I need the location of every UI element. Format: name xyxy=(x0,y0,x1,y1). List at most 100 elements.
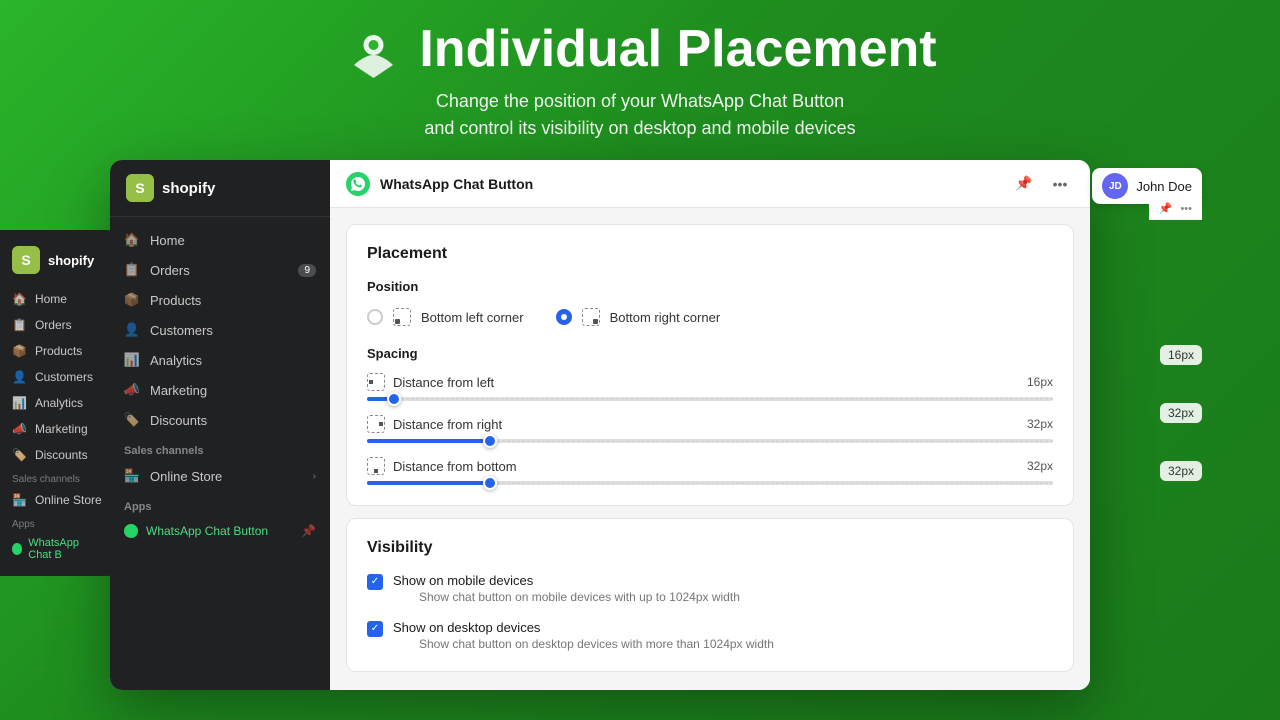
more-options-button[interactable]: ••• xyxy=(1046,170,1074,198)
sidebar-products-label: Products xyxy=(150,293,201,308)
partial-nav-marketing[interactable]: 📣 Marketing xyxy=(0,416,115,442)
mobile-checkbox[interactable]: ✓ xyxy=(367,574,383,590)
hero-top: Individual Placement xyxy=(343,20,936,80)
desktop-check-icon: ✓ xyxy=(371,624,379,634)
main-content: WhatsApp Chat Button 📌 ••• Placement Pos… xyxy=(330,160,1090,690)
position-bottom-left[interactable]: Bottom left corner xyxy=(367,306,524,328)
spacing-bottom: Distance from bottom 32px xyxy=(367,457,1053,485)
sidebar-orders-label: Orders xyxy=(150,263,190,278)
shopify-window: S shopify 🏠 Home 📋 Orders 9 📦 Products 👤… xyxy=(110,160,1090,690)
spacing-right-icon xyxy=(367,415,385,433)
sidebar-item-customers[interactable]: 👤 Customers xyxy=(110,315,330,345)
sidebar-whatsapp-app[interactable]: WhatsApp Chat Button 📌 xyxy=(110,517,330,545)
sidebar-item-analytics[interactable]: 📊 Analytics xyxy=(110,345,330,375)
whatsapp-app-label: WhatsApp Chat Button xyxy=(146,524,268,538)
app-body: Placement Position Bottom left corner xyxy=(330,208,1090,690)
partial-nav-products[interactable]: 📦 Products xyxy=(0,338,115,364)
app-pin-icon: 📌 xyxy=(301,524,316,538)
spacing-left-slider[interactable] xyxy=(367,397,1053,401)
spacing-bottom-icon xyxy=(367,457,385,475)
desktop-label: Show on desktop devices xyxy=(393,620,774,635)
sidebar-item-discounts[interactable]: 🏷️ Discounts xyxy=(110,405,330,435)
partial-online-store[interactable]: 🏪 Online Store xyxy=(0,487,115,513)
sidebar-item-marketing[interactable]: 📣 Marketing xyxy=(110,375,330,405)
position-bottom-right[interactable]: Bottom right corner xyxy=(556,306,721,328)
sidebar-item-home[interactable]: 🏠 Home xyxy=(110,225,330,255)
spacing-right-header: Distance from right 32px xyxy=(367,415,1053,433)
right-dots-icon: ••• xyxy=(1180,203,1192,215)
sidebar-nav: 🏠 Home 📋 Orders 9 📦 Products 👤 Customers… xyxy=(110,217,330,690)
spacing-left: Distance from left 16px xyxy=(367,373,1053,401)
discounts-icon: 🏷️ xyxy=(12,448,27,462)
visibility-desktop: ✓ Show on desktop devices Show chat butt… xyxy=(367,620,1053,651)
analytics-icon: 📊 xyxy=(12,396,27,410)
partial-store-label: Online Store xyxy=(35,493,102,507)
spacing-bottom-label: Distance from bottom xyxy=(393,459,1015,474)
slider-right-thumb[interactable] xyxy=(483,434,497,448)
products-nav-icon: 📦 xyxy=(124,292,140,308)
spacing-bottom-header: Distance from bottom 32px xyxy=(367,457,1053,475)
partial-nav-discounts[interactable]: 🏷️ Discounts xyxy=(0,442,115,468)
placement-title: Placement xyxy=(367,245,1053,263)
partial-nav-customers[interactable]: 👤 Customers xyxy=(0,364,115,390)
slider-bottom-thumb[interactable] xyxy=(483,476,497,490)
app-header-icon xyxy=(346,172,370,196)
corner-left-icon xyxy=(391,306,413,328)
mobile-checkbox-content: Show on mobile devices Show chat button … xyxy=(393,573,740,604)
slider-bottom-dots xyxy=(497,483,1053,484)
desktop-checkbox-content: Show on desktop devices Show chat button… xyxy=(393,620,774,651)
spacing-bottom-slider[interactable] xyxy=(367,481,1053,485)
partial-home-label: Home xyxy=(35,292,67,306)
right-app-header: 📌 ••• xyxy=(1149,198,1202,220)
partial-customers-label: Customers xyxy=(35,370,93,384)
customers-nav-icon: 👤 xyxy=(124,322,140,338)
spacing-right-value: 32px xyxy=(1023,417,1053,431)
spacing-items: Distance from left 16px xyxy=(367,373,1053,485)
position-left-label: Bottom left corner xyxy=(421,310,524,325)
sidebar-customers-label: Customers xyxy=(150,323,213,338)
marketing-nav-icon: 📣 xyxy=(124,382,140,398)
app-header: WhatsApp Chat Button 📌 ••• xyxy=(330,160,1090,208)
partial-shopify-icon: S xyxy=(12,246,40,274)
partial-discounts-label: Discounts xyxy=(35,448,88,462)
hero-title: Individual Placement xyxy=(419,21,936,78)
spacing-right-slider[interactable] xyxy=(367,439,1053,443)
corner-right-icon xyxy=(580,306,602,328)
sidebar-online-store[interactable]: 🏪 Online Store › xyxy=(110,461,330,491)
sidebar-home-label: Home xyxy=(150,233,185,248)
hero-icon xyxy=(343,20,403,80)
pin-button[interactable]: 📌 xyxy=(1010,170,1038,198)
sidebar-item-orders[interactable]: 📋 Orders 9 xyxy=(110,255,330,285)
partial-apps-section: Apps xyxy=(0,513,115,532)
visibility-card: Visibility ✓ Show on mobile devices Show… xyxy=(346,518,1074,672)
user-name: John Doe xyxy=(1136,179,1192,194)
hero-subtitle-line2: and control its visibility on desktop an… xyxy=(424,115,855,142)
shopify-logo-text: shopify xyxy=(162,180,215,197)
right-val-32-2: 32px xyxy=(1160,461,1202,481)
sidebar-analytics-label: Analytics xyxy=(150,353,202,368)
partial-sales-section: Sales channels xyxy=(0,468,115,487)
mobile-check-icon: ✓ xyxy=(371,577,379,587)
slider-left-thumb[interactable] xyxy=(387,392,401,406)
sidebar-item-products[interactable]: 📦 Products xyxy=(110,285,330,315)
spacing-right-label: Distance from right xyxy=(393,417,1015,432)
partial-marketing-label: Marketing xyxy=(35,422,88,436)
corner-dot-bl xyxy=(395,319,400,324)
partial-nav-home[interactable]: 🏠 Home xyxy=(0,286,115,312)
desktop-desc: Show chat button on desktop devices with… xyxy=(419,637,774,651)
sales-channels-section: Sales channels xyxy=(110,435,330,461)
spacing-right: Distance from right 32px xyxy=(367,415,1053,443)
partial-whatsapp-app[interactable]: WhatsApp Chat B xyxy=(0,532,115,566)
partial-nav-orders[interactable]: 📋 Orders xyxy=(0,312,115,338)
partial-nav-analytics[interactable]: 📊 Analytics xyxy=(0,390,115,416)
desktop-checkbox[interactable]: ✓ xyxy=(367,621,383,637)
spacing-right-dot xyxy=(379,422,383,426)
slider-right-fill xyxy=(367,439,490,443)
discounts-nav-icon: 🏷️ xyxy=(124,412,140,428)
radio-right[interactable] xyxy=(556,309,572,325)
app-header-actions: 📌 ••• xyxy=(1010,170,1074,198)
corner-dot-br xyxy=(593,319,598,324)
mobile-desc: Show chat button on mobile devices with … xyxy=(419,590,740,604)
right-val-16: 16px xyxy=(1160,345,1202,365)
radio-left[interactable] xyxy=(367,309,383,325)
